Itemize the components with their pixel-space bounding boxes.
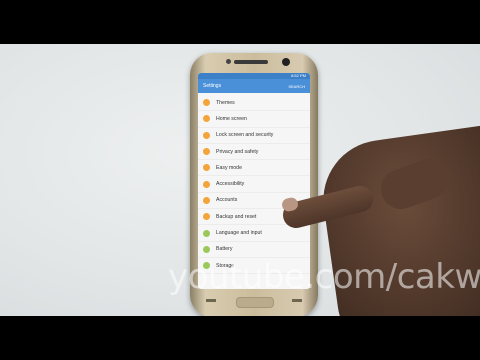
settings-item-themes[interactable]: Themes bbox=[198, 95, 310, 112]
accessibility-icon bbox=[203, 180, 210, 188]
search-button[interactable]: SEARCH bbox=[288, 84, 305, 89]
photo-scene: 8:52 PM Settings SEARCH Themes Home scre… bbox=[0, 44, 480, 316]
lock-icon bbox=[203, 131, 210, 139]
video-frame: 8:52 PM Settings SEARCH Themes Home scre… bbox=[0, 0, 480, 360]
home-button[interactable] bbox=[236, 297, 274, 308]
battery-icon bbox=[203, 245, 210, 253]
easy-mode-icon bbox=[203, 164, 210, 172]
settings-item-lock-screen[interactable]: Lock screen and security bbox=[198, 128, 310, 144]
letterbox-top bbox=[0, 0, 480, 44]
proximity-sensor bbox=[226, 59, 231, 64]
language-icon bbox=[203, 229, 210, 237]
settings-item-home-screen[interactable]: Home screen bbox=[198, 111, 310, 128]
backup-icon bbox=[203, 213, 210, 221]
page-title: Settings bbox=[203, 83, 222, 89]
privacy-icon bbox=[203, 148, 210, 156]
list-item-label: Language and input bbox=[216, 230, 262, 237]
settings-item-easy-mode[interactable]: Easy mode bbox=[198, 160, 310, 177]
watermark-text: youtube.com/cakwin22 bbox=[168, 257, 480, 297]
settings-item-battery[interactable]: Battery bbox=[198, 242, 310, 258]
front-camera-icon bbox=[282, 58, 290, 66]
list-item-label: Privacy and safety bbox=[216, 148, 259, 155]
list-item-label: Backup and reset bbox=[216, 213, 257, 220]
settings-item-privacy[interactable]: Privacy and safety bbox=[198, 144, 310, 161]
themes-icon bbox=[203, 99, 210, 107]
list-item-label: Themes bbox=[216, 99, 235, 106]
earpiece-speaker bbox=[234, 60, 268, 64]
settings-app-bar: Settings SEARCH bbox=[198, 79, 310, 93]
list-item-label: Accounts bbox=[216, 197, 238, 204]
settings-item-accessibility[interactable]: Accessibility bbox=[198, 176, 310, 193]
home-screen-icon bbox=[203, 115, 210, 123]
list-item-label: Home screen bbox=[216, 115, 247, 122]
accounts-icon bbox=[203, 196, 210, 204]
list-item-label: Battery bbox=[216, 246, 233, 253]
list-item-label: Accessibility bbox=[216, 181, 245, 188]
letterbox-bottom bbox=[0, 316, 480, 360]
back-key[interactable] bbox=[292, 299, 302, 302]
list-item-label: Lock screen and security bbox=[216, 132, 274, 139]
list-item-label: Easy mode bbox=[216, 164, 242, 171]
settings-list: Themes Home screen Lock screen and secur… bbox=[198, 93, 310, 275]
status-time: 8:52 PM bbox=[291, 73, 306, 78]
recent-apps-key[interactable] bbox=[206, 299, 216, 302]
